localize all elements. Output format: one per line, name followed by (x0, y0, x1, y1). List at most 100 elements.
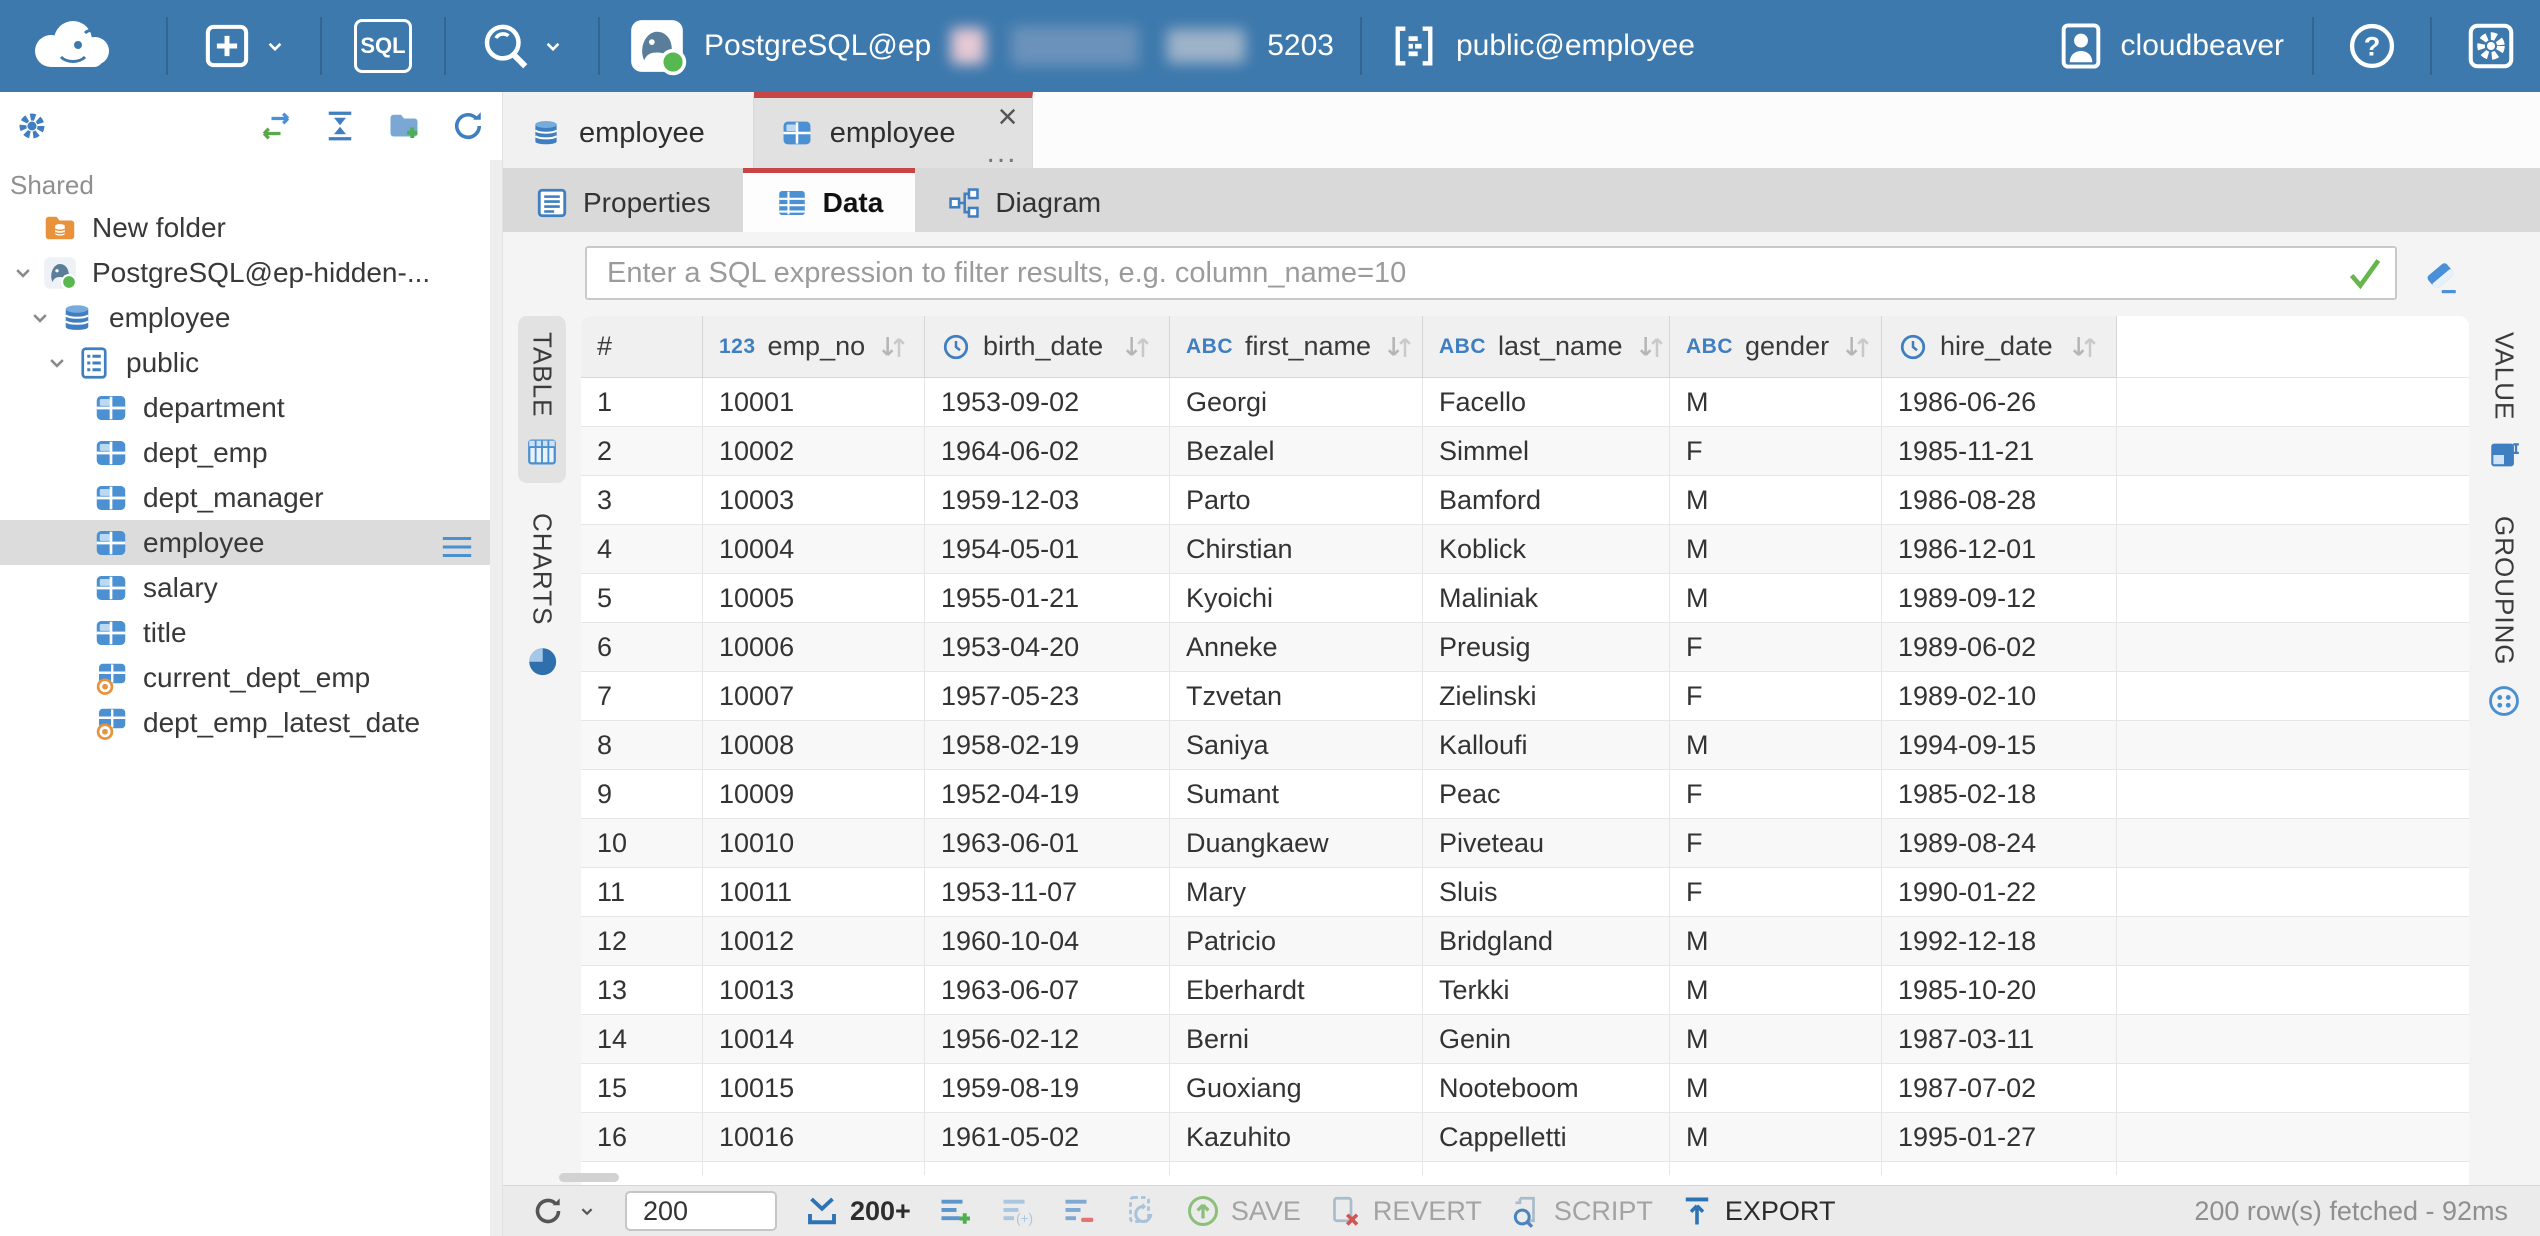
data-cell[interactable]: 10013 (703, 966, 925, 1014)
data-cell[interactable]: M (1670, 1064, 1882, 1112)
row-number-cell[interactable]: 9 (581, 770, 703, 818)
data-cell[interactable]: 10007 (703, 672, 925, 720)
data-cell[interactable]: 10011 (703, 868, 925, 916)
data-cell[interactable]: Kazuhito (1170, 1113, 1423, 1161)
new-folder-icon[interactable] (386, 108, 422, 144)
data-cell[interactable]: 1963-06-01 (925, 819, 1170, 867)
data-cell[interactable]: 1986-12-01 (1882, 525, 2117, 573)
data-cell[interactable]: 1989-02-10 (1882, 672, 2117, 720)
export-button[interactable]: EXPORT (1666, 1193, 1849, 1229)
data-cell[interactable]: Kalloufi (1423, 721, 1670, 769)
tree-item-public[interactable]: public (0, 340, 502, 385)
data-cell[interactable]: 10006 (703, 623, 925, 671)
sidebar-settings-gear-icon[interactable] (14, 108, 50, 144)
data-cell[interactable]: Sumant (1170, 770, 1423, 818)
driver-manager-button[interactable] (462, 19, 582, 73)
data-cell[interactable]: F (1670, 623, 1882, 671)
data-cell[interactable]: M (1670, 721, 1882, 769)
data-cell[interactable]: M (1670, 476, 1882, 524)
data-cell[interactable]: 1959-08-19 (925, 1064, 1170, 1112)
data-cell[interactable]: 10016 (703, 1113, 925, 1161)
tree-item-dept-emp[interactable]: dept_emp (0, 430, 502, 475)
tree-item-title[interactable]: title (0, 610, 502, 655)
data-cell[interactable]: Simmel (1423, 427, 1670, 475)
data-cell[interactable]: Koblick (1423, 525, 1670, 573)
horizontal-scrollbar-thumb[interactable] (559, 1173, 619, 1182)
tree-item-dept-manager[interactable]: dept_manager (0, 475, 502, 520)
data-cell[interactable]: 1952-04-19 (925, 770, 1170, 818)
data-cell[interactable]: F (1670, 868, 1882, 916)
tree-item-department[interactable]: department (0, 385, 502, 430)
data-cell[interactable]: Genin (1423, 1015, 1670, 1063)
row-number-cell[interactable]: 14 (581, 1015, 703, 1063)
user-menu[interactable]: cloudbeaver (2043, 20, 2296, 72)
row-number-cell[interactable]: 6 (581, 623, 703, 671)
sql-filter-input[interactable] (587, 257, 2345, 290)
data-cell[interactable]: Nooteboom (1423, 1064, 1670, 1112)
cloudbeaver-logo-icon[interactable] (0, 13, 150, 79)
panel-tab-value[interactable]: VALUE (2480, 316, 2528, 486)
tree-item-new-folder[interactable]: New folder (0, 205, 502, 250)
data-cell[interactable]: Anneke (1170, 623, 1423, 671)
view-tab-diagram[interactable]: Diagram (915, 168, 1133, 232)
row-number-cell[interactable]: 11 (581, 868, 703, 916)
chevron-down-icon[interactable] (25, 303, 55, 333)
column-header-first_name[interactable]: ABCfirst_name (1170, 316, 1423, 378)
sort-icon[interactable] (1121, 331, 1153, 363)
row-number-cell[interactable]: 2 (581, 427, 703, 475)
data-cell[interactable]: Kyoichi (1170, 574, 1423, 622)
row-number-cell[interactable]: 16 (581, 1113, 703, 1161)
data-cell[interactable]: 1992-12-18 (1882, 917, 2117, 965)
data-cell[interactable]: 10009 (703, 770, 925, 818)
data-cell[interactable]: 1989-08-24 (1882, 819, 2117, 867)
apply-filter-check-icon[interactable] (2345, 253, 2385, 293)
data-cell[interactable]: Patricio (1170, 917, 1423, 965)
panel-tab-grouping[interactable]: GROUPING (2480, 500, 2528, 732)
data-cell[interactable]: Chirstian (1170, 525, 1423, 573)
row-number-cell[interactable]: 7 (581, 672, 703, 720)
data-cell[interactable]: Bridgland (1423, 917, 1670, 965)
presentation-tab-charts[interactable]: CHARTS (518, 497, 566, 691)
data-cell[interactable]: 1985-02-18 (1882, 770, 2117, 818)
script-button[interactable]: SCRIPT (1495, 1193, 1666, 1229)
data-cell[interactable]: 1954-05-01 (925, 525, 1170, 573)
data-cell[interactable]: 1957-05-23 (925, 672, 1170, 720)
sort-icon[interactable] (1841, 331, 1873, 363)
data-cell[interactable]: 1953-09-02 (925, 378, 1170, 426)
column-header-hire_date[interactable]: hire_date (1882, 316, 2117, 378)
data-cell[interactable]: 10012 (703, 917, 925, 965)
row-number-cell[interactable]: 8 (581, 721, 703, 769)
data-cell[interactable]: 10004 (703, 525, 925, 573)
data-cell[interactable]: Sluis (1423, 868, 1670, 916)
presentation-tab-table[interactable]: TABLE (518, 316, 566, 483)
data-cell[interactable]: Berni (1170, 1015, 1423, 1063)
data-cell[interactable]: Zielinski (1423, 672, 1670, 720)
data-cell[interactable]: Tzvetan (1170, 672, 1423, 720)
data-cell[interactable]: 1961-05-02 (925, 1113, 1170, 1161)
data-cell[interactable]: 1955-01-21 (925, 574, 1170, 622)
data-cell[interactable]: M (1670, 966, 1882, 1014)
data-cell[interactable]: 10008 (703, 721, 925, 769)
data-cell[interactable]: Bezalel (1170, 427, 1423, 475)
data-cell[interactable]: M (1670, 574, 1882, 622)
active-connection-selector[interactable]: PostgreSQL@ep 5203 (616, 15, 1344, 77)
data-cell[interactable]: Facello (1423, 378, 1670, 426)
data-cell[interactable]: Georgi (1170, 378, 1423, 426)
data-cell[interactable]: 10001 (703, 378, 925, 426)
editor-tab-employee-1[interactable]: employee×... (754, 92, 1033, 168)
data-cell[interactable]: 1985-10-20 (1882, 966, 2117, 1014)
data-cell[interactable]: 10005 (703, 574, 925, 622)
editor-tab-employee-0[interactable]: employee (503, 92, 754, 168)
data-cell[interactable]: M (1670, 917, 1882, 965)
tree-item-employee[interactable]: employee (0, 295, 502, 340)
data-cell[interactable]: Eberhardt (1170, 966, 1423, 1014)
data-cell[interactable]: Duangkaew (1170, 819, 1423, 867)
data-cell[interactable]: 10014 (703, 1015, 925, 1063)
row-number-cell[interactable]: 5 (581, 574, 703, 622)
row-number-cell[interactable]: 13 (581, 966, 703, 1014)
data-cell[interactable]: Parto (1170, 476, 1423, 524)
tree-item-postgresql-ep-hidden-[interactable]: PostgreSQL@ep-hidden-... (0, 250, 502, 295)
sort-icon[interactable] (1635, 331, 1667, 363)
new-connection-button[interactable] (184, 19, 304, 73)
data-cell[interactable]: 1963-06-07 (925, 966, 1170, 1014)
